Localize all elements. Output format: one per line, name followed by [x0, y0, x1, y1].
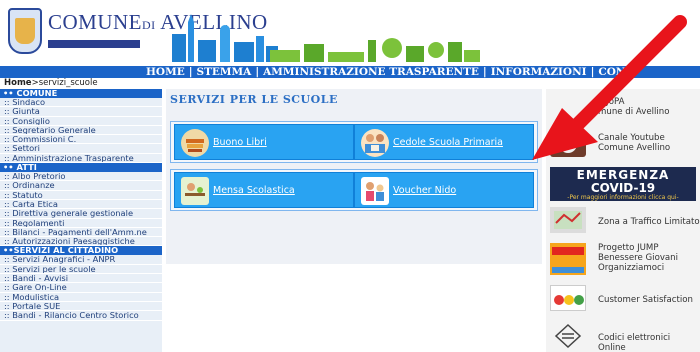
- jump-label-3: Organizziamoci: [598, 263, 665, 273]
- skyline-green-illustration: [270, 38, 480, 62]
- pagopa-label-2: mune di Avellino: [598, 107, 670, 117]
- menu-item-albo-pretorio[interactable]: :: Albo Pretorio: [0, 172, 162, 182]
- buono-libri-button[interactable]: Buono Libri: [174, 124, 354, 160]
- menu-item-ordinanze[interactable]: :: Ordinanze: [0, 181, 162, 191]
- cedole-scuola-primaria-button[interactable]: Cedole Scuola Primaria: [354, 124, 534, 160]
- menu-item-regolamenti[interactable]: :: Regolamenti: [0, 219, 162, 228]
- menu-item-bilanci[interactable]: :: Bilanci - Pagamenti dell'Amm.ne: [0, 228, 162, 238]
- jump-project-icon: [550, 243, 586, 275]
- customer-satisfaction-link[interactable]: Customer Satisfaction: [546, 283, 700, 315]
- page: COMUNEDI AVELLINO HOME | STEMMA | AMMINI…: [0, 0, 700, 352]
- menu-item-giunta[interactable]: :: Giunta: [0, 107, 162, 117]
- books-icon: [181, 129, 209, 157]
- nav-stemma[interactable]: STEMMA: [197, 66, 252, 78]
- nav-contatti[interactable]: CONT: [598, 66, 633, 78]
- nav-home[interactable]: HOME: [146, 66, 185, 78]
- city-crest-logo[interactable]: [8, 8, 42, 54]
- menu-item-modulistica[interactable]: :: Modulistica: [0, 293, 162, 302]
- youtube-label-2: Comune Avellino: [598, 143, 671, 153]
- nav-amministrazione-trasparente[interactable]: AMMINISTRAZIONE TRASPARENTE: [263, 66, 479, 78]
- section-header-atti: •• ATTI: [0, 163, 162, 173]
- page-title: SERVIZI PER LE SCUOLE: [170, 93, 338, 106]
- mensa-scolastica-button[interactable]: Mensa Scolastica: [174, 172, 354, 208]
- menu-item-settori[interactable]: :: Settori: [0, 144, 162, 154]
- covid-subtitle: COVID-19: [590, 181, 656, 195]
- breadcrumb-current: >servizi_scuole: [31, 78, 98, 88]
- section-header-servizi: ••SERVIZI AL CITTADINO: [0, 246, 162, 256]
- covid-emergency-banner[interactable]: EMERGENZA COVID-19 -Per maggiori informa…: [550, 167, 696, 201]
- left-sidebar-menu: •• COMUNE :: Sindaco :: Giunta :: Consig…: [0, 89, 162, 352]
- pagopa-link[interactable]: agoPA mune di Avellino: [546, 93, 700, 123]
- brand-prefix: COMUNE: [48, 10, 143, 34]
- ztl-map-icon: [550, 207, 586, 233]
- menu-item-portale-sue[interactable]: :: Portale SUE: [0, 302, 162, 312]
- children-reading-icon: [361, 129, 389, 157]
- breadcrumb: Home>servizi_scuole: [4, 78, 98, 88]
- menu-item-bandi-centro-storico[interactable]: :: Bandi - Rilancio Centro Storico: [0, 311, 162, 321]
- buono-libri-label: Buono Libri: [213, 137, 267, 148]
- right-sidebar: agoPA mune di Avellino Canale Youtube Co…: [546, 89, 700, 352]
- cedole-scuola-primaria-label: Cedole Scuola Primaria: [393, 137, 503, 148]
- site-header: COMUNEDI AVELLINO: [0, 0, 700, 66]
- jump-label-2: Benessere Giovani: [598, 253, 679, 263]
- menu-item-segretario-generale[interactable]: :: Segretario Generale: [0, 126, 162, 136]
- menu-item-bandi-avvisi[interactable]: :: Bandi - Avvisi: [0, 274, 162, 284]
- youtube-play-icon: [550, 131, 586, 157]
- pagopa-label-1: agoPA: [598, 97, 625, 107]
- nav-informazioni[interactable]: INFORMAZIONI: [491, 66, 587, 78]
- ztl-link[interactable]: Zona a Traffico Limitato: [546, 205, 700, 235]
- customer-satisfaction-label: Customer Satisfaction: [598, 295, 693, 305]
- smiley-faces-icon: [550, 285, 586, 311]
- brand-underline: [48, 40, 140, 48]
- menu-item-sindaco[interactable]: :: Sindaco: [0, 98, 162, 108]
- menu-item-consiglio[interactable]: :: Consiglio: [0, 117, 162, 126]
- ztl-label: Zona a Traffico Limitato: [598, 217, 700, 227]
- section-header-comune: •• COMUNE: [0, 89, 162, 98]
- diamond-code-icon: [550, 323, 586, 349]
- jump-label-1: Progetto JUMP: [598, 243, 659, 253]
- mensa-scolastica-label: Mensa Scolastica: [213, 185, 295, 196]
- breadcrumb-home[interactable]: Home: [4, 78, 32, 88]
- menu-item-carta-etica[interactable]: :: Carta Etica: [0, 200, 162, 210]
- menu-item-servizi-anagrafici[interactable]: :: Servizi Anagrafici - ANPR: [0, 255, 162, 265]
- menu-item-servizi-scuole[interactable]: :: Servizi per le scuole: [0, 265, 162, 275]
- codici-elettronici-label: Codici elettronici Online: [598, 333, 671, 352]
- school-canteen-icon: [181, 177, 209, 205]
- covid-info: -Per maggiori informazioni clicca qui-: [567, 194, 679, 201]
- brand-di: DI: [142, 18, 156, 32]
- nursery-kids-icon: [361, 177, 389, 205]
- youtube-channel-link[interactable]: Canale Youtube Comune Avellino: [546, 127, 700, 161]
- progetto-jump-link[interactable]: Progetto JUMP Benessere Giovani Organizz…: [546, 239, 700, 279]
- menu-item-statuto[interactable]: :: Statuto: [0, 191, 162, 200]
- voucher-nido-button[interactable]: Voucher Nido: [354, 172, 534, 208]
- menu-item-gare-online[interactable]: :: Gare On-Line: [0, 283, 162, 293]
- codici-elettronici-link[interactable]: Codici elettronici Online: [546, 321, 700, 352]
- voucher-nido-label: Voucher Nido: [393, 185, 457, 196]
- skyline-blue-illustration: [172, 14, 278, 62]
- main-content: SERVIZI PER LE SCUOLE Buono Libri Cedole…: [166, 89, 542, 264]
- menu-item-commissioni[interactable]: :: Commissioni C.: [0, 135, 162, 145]
- youtube-label-1: Canale Youtube: [598, 133, 665, 143]
- top-navigation: HOME | STEMMA | AMMINISTRAZIONE TRASPARENTE |…: [0, 66, 700, 78]
- menu-item-direttiva[interactable]: :: Direttiva generale gestionale: [0, 209, 162, 219]
